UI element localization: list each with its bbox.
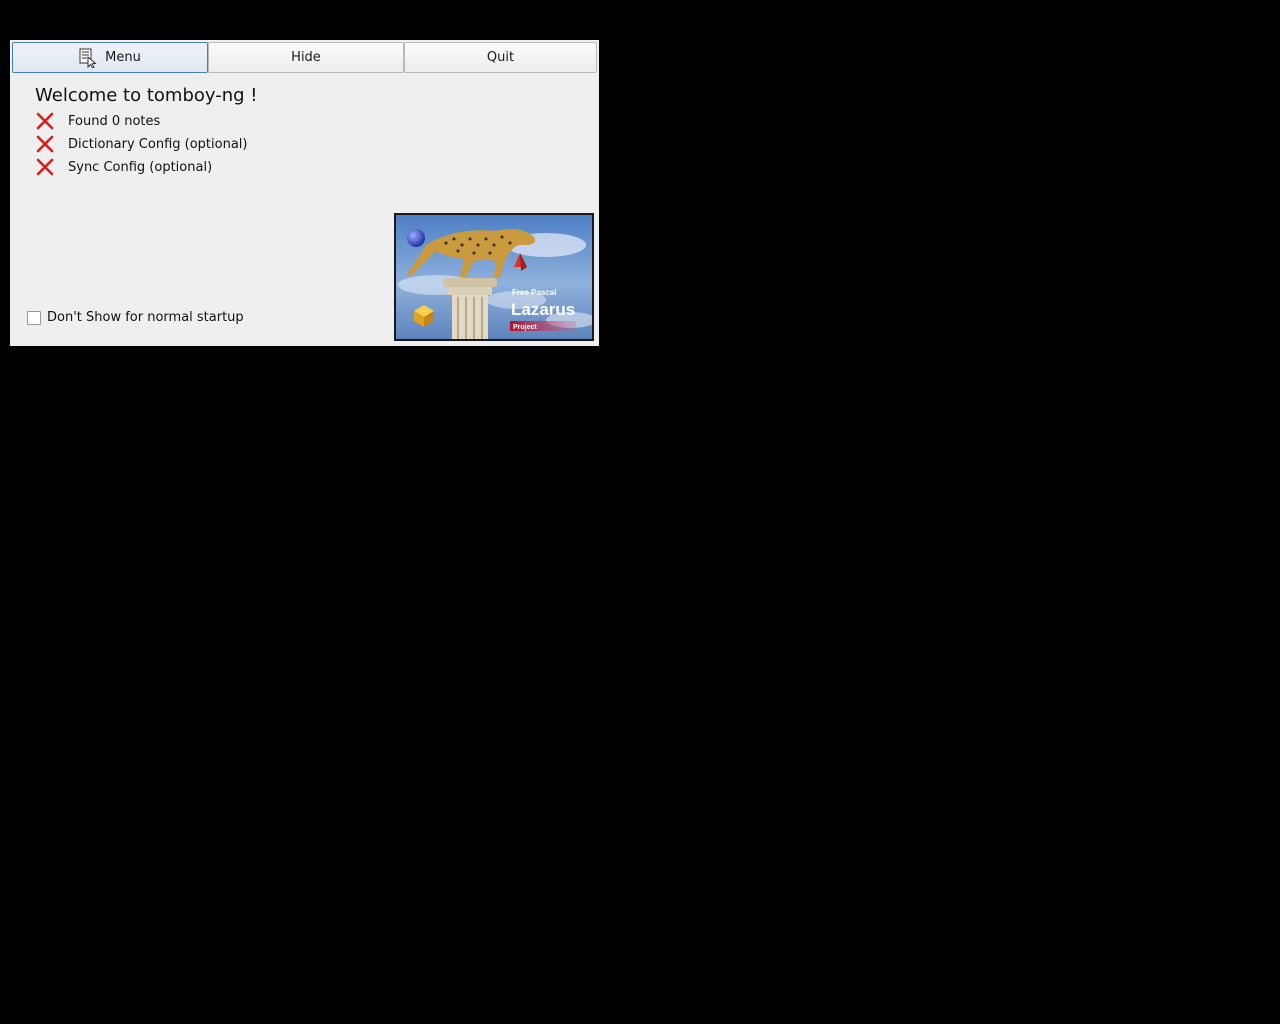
hide-button[interactable]: Hide: [208, 42, 404, 73]
menu-button[interactable]: Menu: [12, 42, 208, 73]
welcome-window: Menu Hide Quit Welcome to tomboy-ng ! Fo…: [10, 40, 599, 346]
quit-button-label: Quit: [486, 50, 515, 65]
toolbar: Menu Hide Quit: [12, 42, 597, 73]
status-label: Sync Config (optional): [68, 159, 213, 175]
status-notes-found: Found 0 notes: [35, 111, 160, 131]
dont-show-startup-option[interactable]: Don't Show for normal startup: [27, 310, 244, 325]
logo-text-sub: Project: [513, 324, 537, 331]
status-label: Dictionary Config (optional): [68, 136, 248, 152]
lazarus-logo: Free Pascal Lazarus Project: [394, 213, 594, 341]
dont-show-checkbox[interactable]: [27, 310, 41, 325]
quit-button[interactable]: Quit: [404, 42, 597, 73]
status-label: Found 0 notes: [68, 113, 161, 129]
notes-icon: [79, 48, 97, 68]
dont-show-label: Don't Show for normal startup: [47, 310, 244, 325]
fail-x-icon: [35, 111, 55, 131]
fail-x-icon: [35, 157, 55, 177]
menu-button-label: Menu: [105, 50, 141, 65]
logo-text-top: Free Pascal: [512, 288, 556, 297]
logo-text-main: Lazarus: [511, 300, 575, 319]
status-dictionary-config: Dictionary Config (optional): [35, 134, 247, 154]
fail-x-icon: [35, 134, 55, 154]
status-sync-config: Sync Config (optional): [35, 157, 212, 177]
hide-button-label: Hide: [291, 50, 321, 65]
welcome-title: Welcome to tomboy-ng !: [35, 85, 258, 106]
